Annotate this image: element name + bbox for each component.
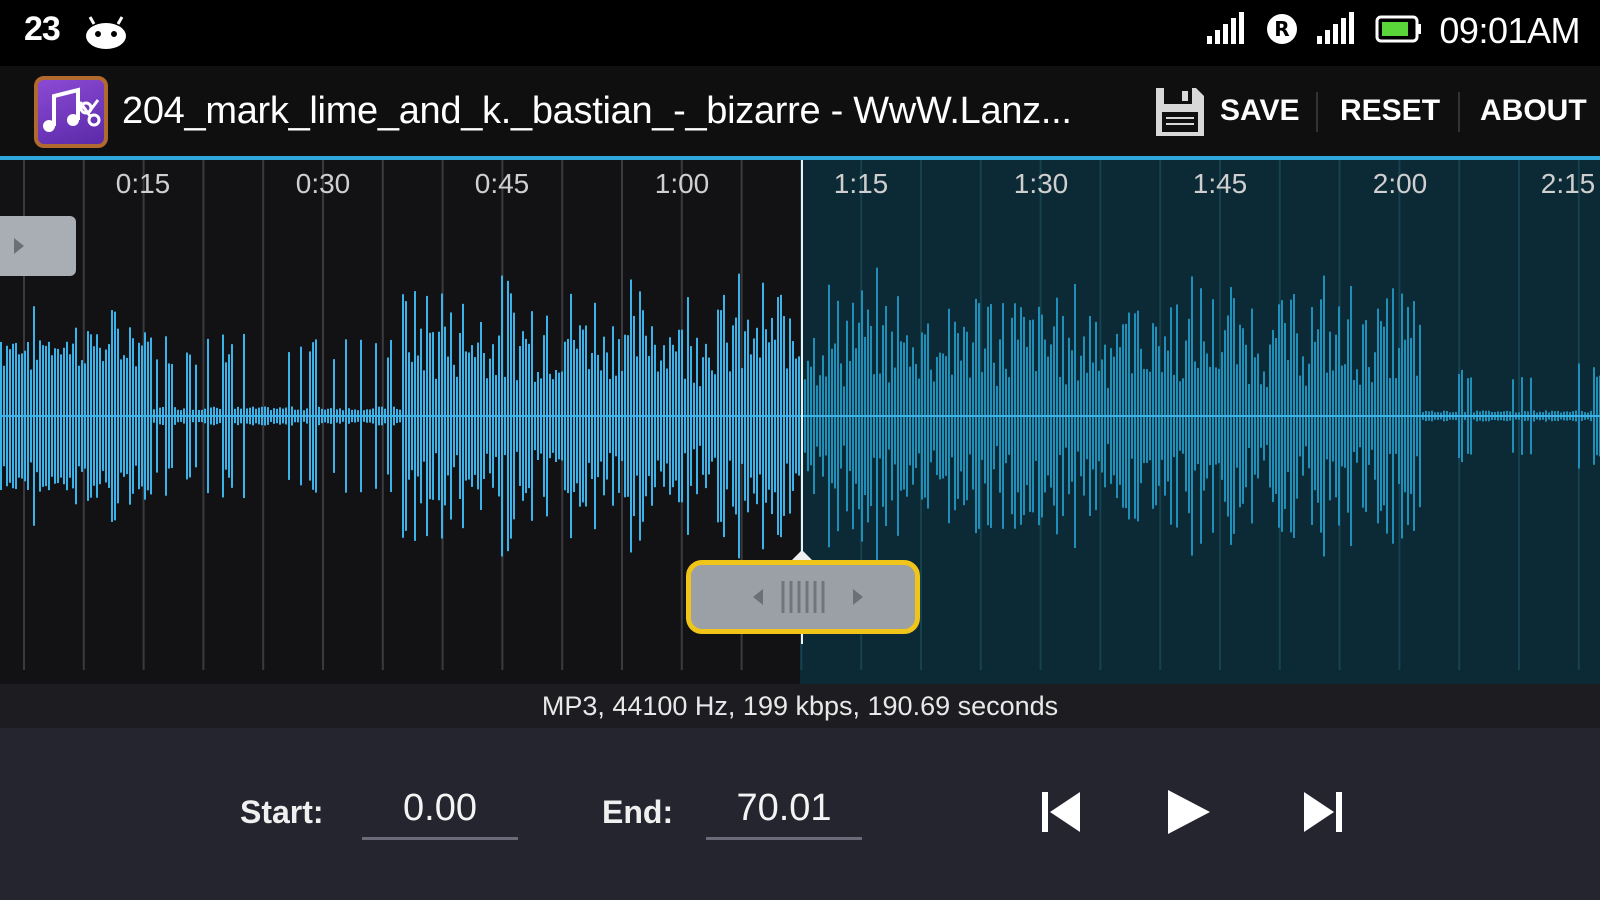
app-icon[interactable]: [34, 76, 108, 148]
waveform-view[interactable]: 0:15 0:30 0:45 1:00 1:15 1:30 1:45 2:00 …: [0, 160, 1600, 684]
battery-icon: [1375, 14, 1423, 49]
time-tick: 1:45: [1192, 168, 1248, 199]
about-button[interactable]: ABOUT: [1480, 94, 1587, 128]
time-tick: 2:15: [1540, 168, 1596, 199]
save-label: SAVE: [1220, 94, 1300, 127]
end-marker-handle[interactable]: [686, 560, 920, 634]
divider: [1316, 92, 1318, 132]
music-scissors-icon: [43, 87, 101, 132]
time-tick: 1:15: [833, 168, 889, 199]
time-tick: 0:15: [115, 168, 171, 199]
skip-previous-button[interactable]: [1036, 782, 1086, 847]
time-tick: 1:00: [654, 168, 710, 199]
skip-next-icon: [1304, 792, 1342, 832]
end-time-field[interactable]: 70.01: [706, 784, 862, 840]
action-bar: 204_mark_lime_and_k._bastian_-_bizarre -…: [0, 66, 1600, 156]
time-tick: 0:30: [295, 168, 351, 199]
save-button[interactable]: SAVE: [1150, 66, 1300, 156]
notification-count: 23: [24, 10, 61, 48]
start-label: Start:: [240, 794, 324, 830]
play-icon: [1168, 790, 1210, 834]
drag-grip-icon: [753, 581, 863, 613]
svg-text:R: R: [1275, 17, 1290, 41]
controls-panel: Start: 0.00 End: 70.01: [0, 728, 1600, 900]
time-tick: 0:45: [474, 168, 530, 199]
registered-icon: R: [1265, 12, 1299, 51]
end-label: End:: [602, 794, 674, 830]
chevron-right-icon: [14, 238, 24, 254]
skip-next-button[interactable]: [1298, 782, 1348, 847]
start-time-field[interactable]: 0.00: [362, 784, 518, 840]
reset-button[interactable]: RESET: [1340, 94, 1440, 128]
file-info: MP3, 44100 Hz, 199 kbps, 190.69 seconds: [0, 684, 1600, 728]
play-button[interactable]: [1162, 782, 1216, 847]
time-tick: 1:30: [1013, 168, 1069, 199]
clock: 09:01AM: [1439, 10, 1580, 51]
divider: [1458, 92, 1460, 132]
start-marker-handle[interactable]: [0, 216, 76, 276]
time-tick: 2:00: [1372, 168, 1428, 199]
skip-previous-icon: [1042, 792, 1080, 832]
signal-icon: [1205, 11, 1249, 51]
floppy-disk-icon: [1152, 84, 1208, 145]
page-title: 204_mark_lime_and_k._bastian_-_bizarre -…: [122, 90, 1072, 132]
signal-icon: [1315, 11, 1359, 51]
status-bar: 23 R 09:01AM: [0, 0, 1600, 66]
android-icon: [84, 14, 128, 55]
